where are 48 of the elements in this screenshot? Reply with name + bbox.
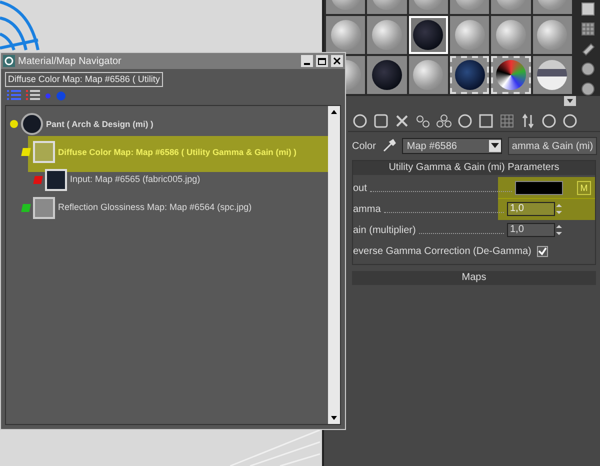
rollout-header[interactable]: Maps [352, 271, 596, 285]
dot-icon[interactable] [45, 93, 51, 99]
app-icon [3, 55, 15, 67]
window-title: Material/Map Navigator [18, 54, 122, 68]
material-slot[interactable] [450, 56, 490, 94]
map-type-button[interactable]: amma & Gain (mi) [508, 137, 598, 155]
parameter-label: out [353, 182, 367, 196]
square-icon[interactable] [478, 112, 494, 128]
map-thumbnail[interactable] [33, 197, 55, 219]
swatch-icon[interactable] [373, 112, 389, 128]
number-field[interactable]: 1,0 [507, 202, 555, 216]
checkbox[interactable] [537, 246, 548, 256]
parameter-label: amma [353, 202, 381, 216]
list-icon[interactable] [26, 90, 40, 102]
wireframe-drawing [0, 0, 42, 52]
close-button[interactable] [331, 55, 343, 67]
color-swatch[interactable] [515, 181, 563, 195]
map-dropdown[interactable]: Map #6586 [402, 138, 502, 154]
sphere-icon[interactable] [581, 82, 595, 96]
color-label: Color [351, 140, 376, 154]
scrollbar[interactable] [328, 106, 340, 424]
material-slot[interactable] [491, 56, 531, 94]
rollout-header[interactable]: Utility Gamma & Gain (mi) Parameters [353, 161, 595, 175]
tree-item[interactable]: Reflection Glossiness Map: Map #6564 (spc.jpg) [58, 201, 252, 215]
tree-item[interactable]: Pant ( Arch & Design (mi) ) [46, 118, 154, 130]
caret-icon[interactable] [488, 140, 501, 152]
material-slot[interactable] [532, 56, 572, 94]
map-button[interactable]: M [577, 181, 591, 195]
tree-item[interactable]: Input: Map #6565 (fabric005.jpg) [70, 173, 200, 187]
cross-icon[interactable] [394, 112, 410, 128]
eyedropper-icon[interactable] [382, 139, 396, 153]
caret-icon[interactable] [564, 96, 576, 106]
material-slot[interactable] [450, 16, 490, 54]
parameter-label: everse Gamma Correction (De-Gamma) [353, 244, 532, 258]
map-thumbnail[interactable] [21, 113, 43, 135]
minimize-button[interactable] [301, 55, 313, 67]
square-icon[interactable] [581, 2, 595, 16]
number-field[interactable]: 1,0 [507, 223, 555, 237]
grid-icon[interactable] [581, 22, 595, 36]
maximize-button[interactable] [316, 55, 328, 67]
grid-icon[interactable] [499, 112, 515, 128]
sphere-icon[interactable] [581, 62, 595, 76]
material-slot[interactable] [408, 16, 448, 54]
parameter-label: ain (multiplier) [353, 224, 416, 238]
arrows-icon[interactable] [520, 112, 536, 128]
spheres-icon[interactable] [415, 112, 431, 128]
path-field[interactable]: Diffuse Color Map: Map #6586 ( Utility [5, 72, 163, 87]
spheres-icon[interactable] [436, 112, 452, 128]
